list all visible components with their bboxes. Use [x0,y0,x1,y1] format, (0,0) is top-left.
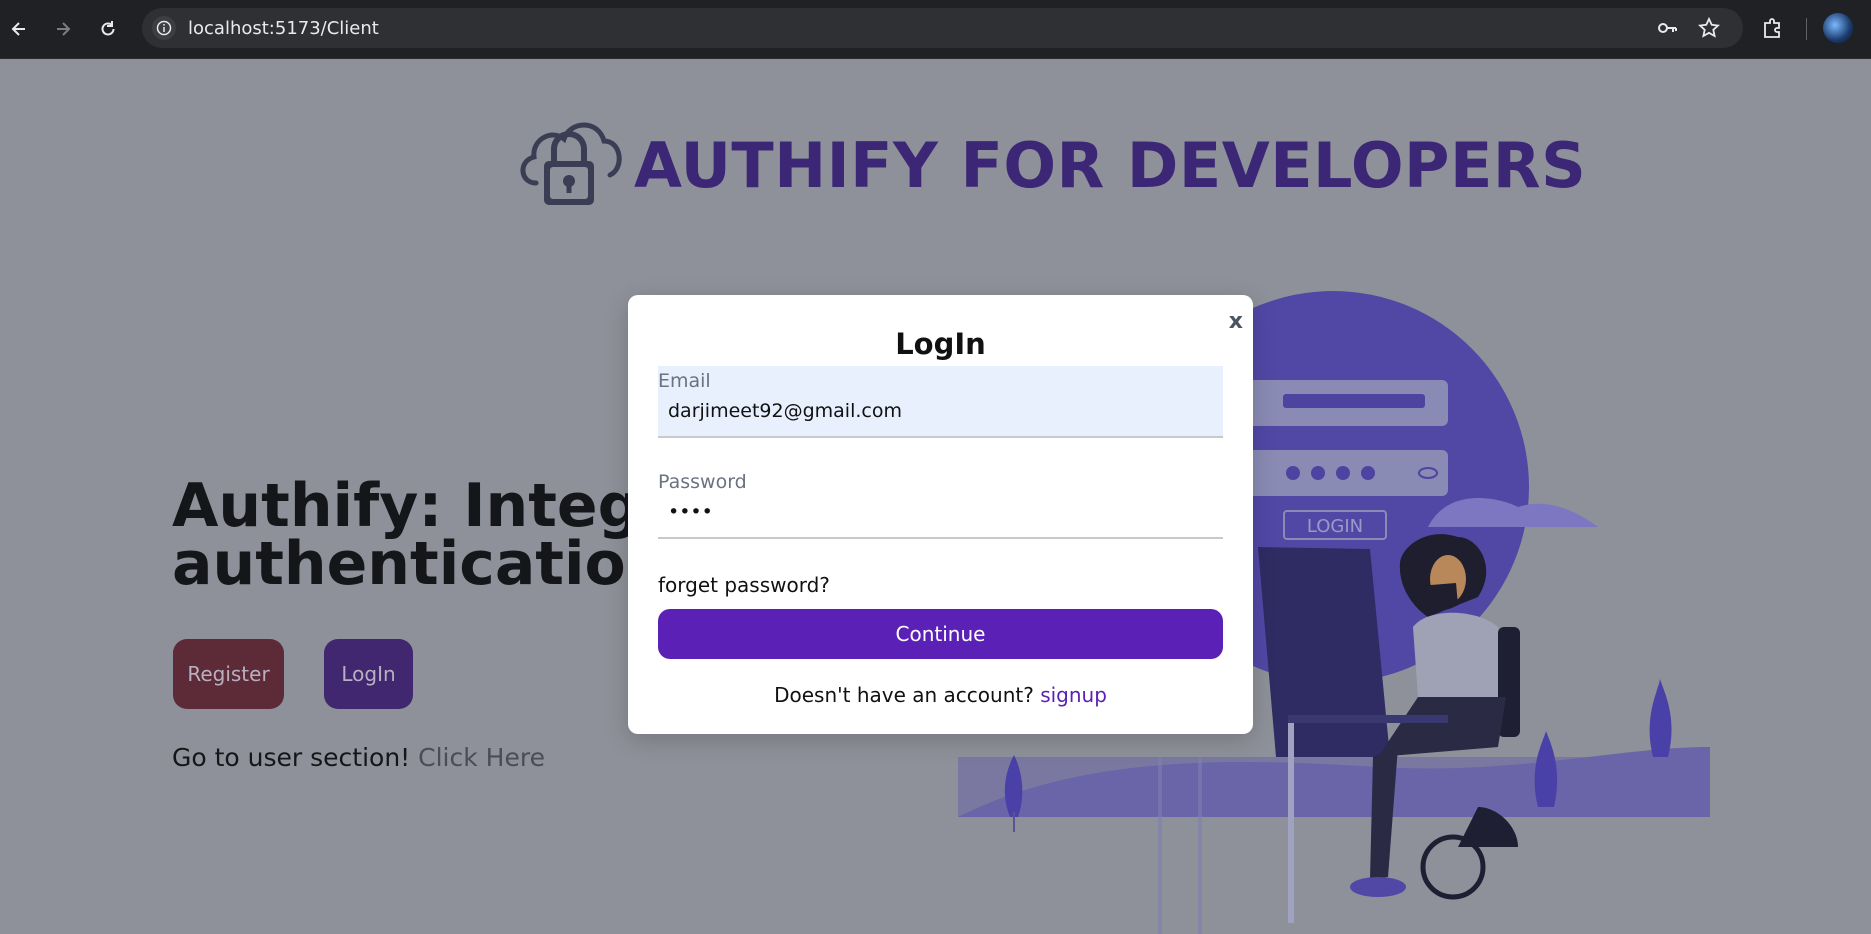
user-section-line: Go to user section! Click Here [172,743,545,772]
address-bar[interactable]: localhost:5173/Client [142,8,1743,48]
hero-heading-line1: Authify: Integrate [172,477,642,541]
login-button[interactable]: LogIn [324,639,413,709]
key-icon[interactable] [1656,17,1678,39]
password-label: Password [658,471,747,493]
signup-line: Doesn't have an account? signup [628,683,1253,707]
forget-password-link[interactable]: forget password? [658,573,830,597]
signup-prompt: Doesn't have an account? [774,683,1034,707]
modal-title: LogIn [895,327,986,361]
toolbar-divider [1806,18,1807,40]
hero-heading-line2: authentication in [172,529,642,593]
reload-icon[interactable] [93,14,123,44]
email-label: Email [658,370,711,392]
extensions-icon[interactable] [1761,16,1785,40]
star-icon[interactable] [1698,17,1720,39]
password-field[interactable]: Password •••• [658,467,1223,539]
signup-link[interactable]: signup [1040,683,1107,707]
forward-arrow-icon[interactable] [48,14,78,44]
illustration-login-badge: LOGIN [1307,516,1363,537]
click-here-link[interactable]: Click Here [418,743,545,772]
back-arrow-icon[interactable] [4,14,34,44]
email-field[interactable]: Email darjimeet92@gmail.com [658,366,1223,438]
browser-toolbar: localhost:5173/Client [0,0,1871,59]
hero-heading: Authify: Integrate authentication in [172,477,642,593]
password-input[interactable]: •••• [668,501,713,523]
cloud-lock-icon [520,122,622,205]
profile-avatar[interactable] [1823,13,1853,43]
register-button[interactable]: Register [173,639,284,709]
login-modal: x LogIn Email darjimeet92@gmail.com Pass… [628,295,1253,734]
email-input[interactable]: darjimeet92@gmail.com [668,400,902,422]
user-section-text: Go to user section! [172,743,411,772]
continue-button[interactable]: Continue [658,609,1223,659]
url-text[interactable]: localhost:5173/Client [188,18,379,39]
info-icon[interactable] [152,16,176,40]
brand-title: AUTHIFY FOR DEVELOPERS [634,129,1587,202]
